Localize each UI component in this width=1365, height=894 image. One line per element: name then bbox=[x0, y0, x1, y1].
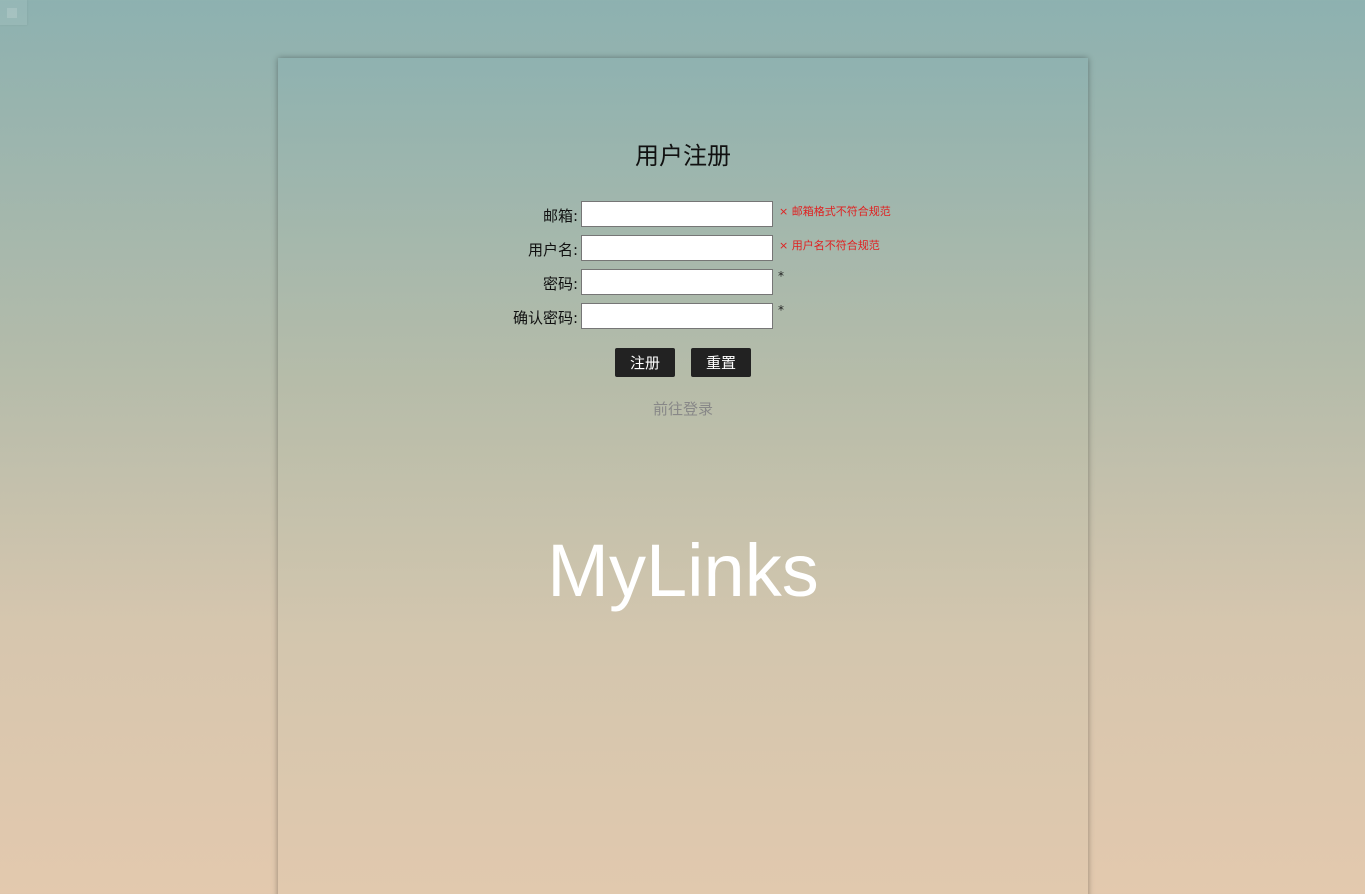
brand-logo-text: MyLinks bbox=[547, 529, 819, 612]
register-card: 用户注册 邮箱: × 邮箱格式不符合规范 用户名: × 用户名不符合规范 密码:… bbox=[278, 58, 1088, 894]
password-row: 密码: * bbox=[278, 269, 1088, 299]
username-error: × 用户名不符合规范 bbox=[779, 239, 880, 252]
confirm-password-required-mark: * bbox=[778, 303, 784, 317]
username-field[interactable] bbox=[581, 235, 773, 261]
username-row: 用户名: × 用户名不符合规范 bbox=[278, 235, 1088, 265]
confirm-password-label: 确认密码: bbox=[512, 309, 578, 327]
page-title: 用户注册 bbox=[635, 142, 731, 170]
confirm-password-field[interactable] bbox=[581, 303, 773, 329]
password-label: 密码: bbox=[542, 275, 578, 293]
confirm-password-row: 确认密码: * bbox=[278, 303, 1088, 333]
email-error: × 邮箱格式不符合规范 bbox=[779, 205, 891, 218]
password-field[interactable] bbox=[581, 269, 773, 295]
username-label: 用户名: bbox=[527, 241, 578, 259]
email-row: 邮箱: × 邮箱格式不符合规范 bbox=[278, 201, 1088, 231]
email-field[interactable] bbox=[581, 201, 773, 227]
password-required-mark: * bbox=[778, 269, 784, 283]
register-button[interactable]: 注册 bbox=[615, 348, 675, 377]
go-login-link[interactable]: 前往登录 bbox=[278, 398, 1088, 419]
reset-button[interactable]: 重置 bbox=[691, 348, 751, 377]
corner-widget[interactable] bbox=[0, 0, 27, 25]
email-label: 邮箱: bbox=[542, 207, 578, 225]
square-icon bbox=[7, 8, 17, 18]
